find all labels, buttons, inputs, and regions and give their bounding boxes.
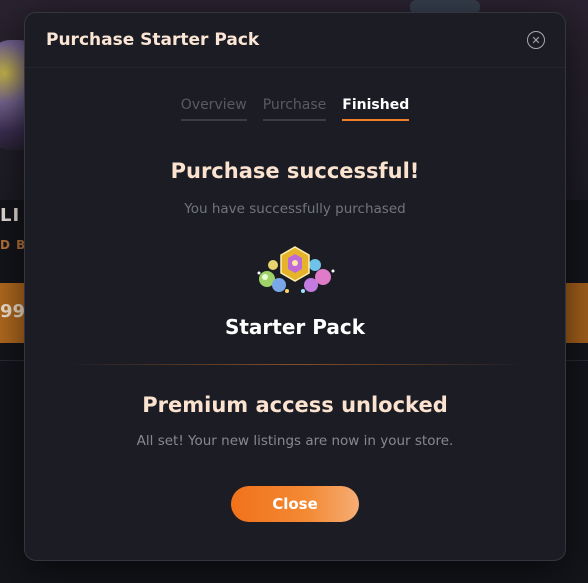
tab-purchase[interactable]: Purchase [262, 97, 327, 121]
success-subtitle: You have successfully purchased [184, 201, 406, 217]
background-item-name: LI [0, 205, 21, 226]
section-divider [66, 364, 526, 365]
success-heading: Purchase successful! [170, 159, 420, 183]
step-tabs: Overview Purchase Finished [25, 97, 565, 121]
tab-finished[interactable]: Finished [342, 97, 410, 121]
purchase-modal: Purchase Starter Pack ✕ Overview Purchas… [24, 12, 566, 561]
modal-header: Purchase Starter Pack ✕ [25, 13, 565, 68]
modal-title: Purchase Starter Pack [46, 30, 260, 50]
close-button[interactable]: Close [231, 486, 359, 522]
close-circle-icon[interactable]: ✕ [527, 31, 545, 49]
premium-heading: Premium access unlocked [142, 393, 448, 417]
background-price: 99 [0, 301, 26, 322]
tab-overview[interactable]: Overview [180, 97, 247, 121]
pack-name: Starter Pack [224, 315, 366, 339]
starter-pack-art [257, 246, 335, 293]
premium-subtitle: All set! Your new listings are now in yo… [136, 433, 454, 449]
